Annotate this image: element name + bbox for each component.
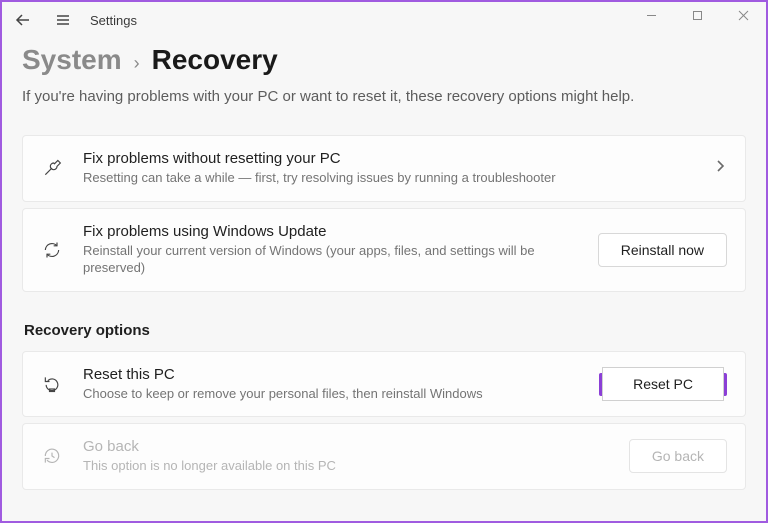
window-title: Settings	[90, 13, 137, 28]
reset-icon	[41, 373, 63, 395]
card-title: Reset this PC	[83, 366, 579, 383]
card-subtitle: Reinstall your current version of Window…	[83, 242, 578, 277]
card-subtitle: This option is no longer available on th…	[83, 457, 609, 475]
reinstall-now-button[interactable]: Reinstall now	[598, 233, 727, 267]
maximize-button[interactable]	[674, 2, 720, 28]
card-subtitle: Choose to keep or remove your personal f…	[83, 385, 579, 403]
card-title: Go back	[83, 438, 609, 455]
card-fix-problems[interactable]: Fix problems without resetting your PC R…	[22, 135, 746, 202]
go-back-button: Go back	[629, 439, 727, 473]
window-controls	[628, 2, 766, 28]
breadcrumb-current: Recovery	[152, 44, 278, 76]
content-area: System › Recovery If you're having probl…	[2, 38, 766, 516]
chevron-right-icon	[713, 159, 727, 178]
card-reset-pc: Reset this PC Choose to keep or remove y…	[22, 351, 746, 418]
refresh-icon	[41, 239, 63, 261]
highlight-box: Reset PC	[599, 373, 727, 396]
breadcrumb-parent[interactable]: System	[22, 44, 122, 76]
card-title: Fix problems using Windows Update	[83, 223, 578, 240]
wrench-icon	[41, 157, 63, 179]
settings-window: Settings System › Recovery If you're hav…	[0, 0, 768, 523]
card-subtitle: Resetting can take a while — first, try …	[83, 169, 693, 187]
minimize-button[interactable]	[628, 2, 674, 28]
reset-pc-button[interactable]: Reset PC	[602, 367, 724, 401]
back-button[interactable]	[10, 7, 36, 33]
card-title: Fix problems without resetting your PC	[83, 150, 693, 167]
menu-button[interactable]	[50, 7, 76, 33]
history-icon	[41, 445, 63, 467]
card-go-back: Go back This option is no longer availab…	[22, 423, 746, 490]
breadcrumb-separator-icon: ›	[134, 53, 140, 74]
section-heading: Recovery options	[24, 322, 746, 339]
intro-text: If you're having problems with your PC o…	[22, 88, 746, 105]
card-windows-update: Fix problems using Windows Update Reinst…	[22, 208, 746, 292]
close-button[interactable]	[720, 2, 766, 28]
breadcrumb: System › Recovery	[22, 44, 746, 76]
